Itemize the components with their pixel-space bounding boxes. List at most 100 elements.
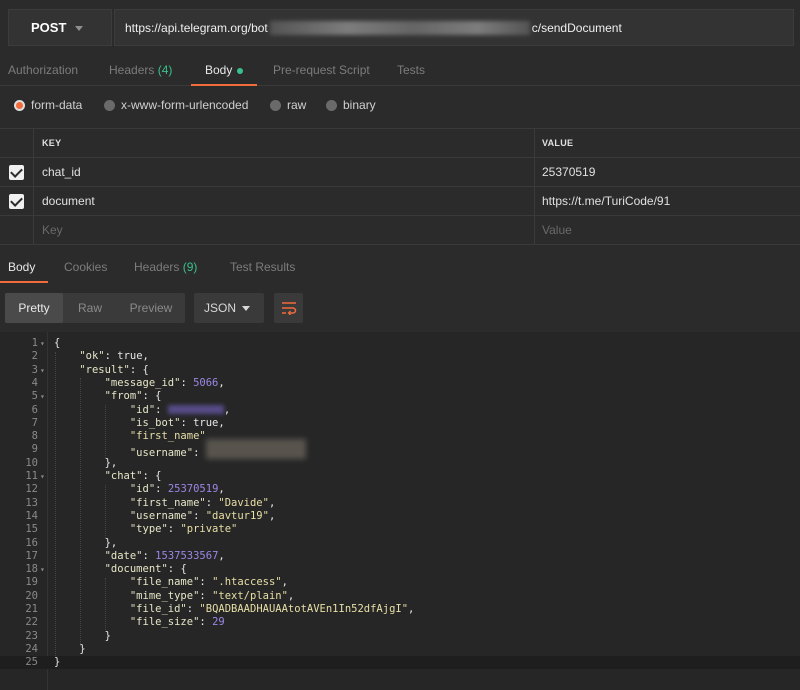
radio-form-data[interactable]: form-data: [14, 98, 82, 112]
line-number: 13: [25, 496, 38, 509]
line-number: 12: [25, 483, 38, 496]
headers-count: (4): [157, 63, 173, 77]
code-text: },: [54, 536, 118, 549]
radio-selected-icon: [14, 99, 25, 111]
line-number: 15: [25, 523, 38, 536]
fold-arrow-icon[interactable]: ▾: [40, 470, 45, 483]
radio-binary[interactable]: binary: [326, 98, 376, 112]
key-input[interactable]: Key: [34, 216, 535, 244]
url-input[interactable]: https://api.telegram.org/bot c/sendDocum…: [114, 9, 794, 46]
tab-response-body[interactable]: Body: [8, 253, 35, 281]
headers-count: (9): [182, 260, 198, 274]
code-text: "is_bot": true,: [129, 416, 225, 429]
header-spacer: [0, 129, 34, 157]
view-mode-segment: Pretty Raw Preview: [5, 293, 185, 323]
format-label: JSON: [204, 301, 237, 315]
value-cell[interactable]: https://t.me/TuriCode/91: [535, 187, 800, 215]
body-type-options: form-data x-www-form-urlencoded raw bina…: [0, 92, 800, 118]
code-line: 4 "message_id": 5066,: [0, 377, 800, 390]
line-number: 24: [25, 642, 38, 655]
tab-body[interactable]: Body: [205, 56, 244, 86]
wrap-button[interactable]: [274, 293, 303, 323]
tab-label: Cookies: [64, 260, 108, 274]
line-number: 4: [31, 376, 38, 389]
redacted-value: [167, 405, 224, 414]
radio-raw[interactable]: raw: [270, 98, 306, 112]
code-text: "id": ,: [129, 403, 231, 416]
fold-arrow-icon[interactable]: ▾: [40, 337, 45, 350]
radio-label: x-www-form-urlencoded: [121, 98, 249, 112]
tab-pre-request-script[interactable]: Pre-request Script: [273, 56, 370, 86]
key-cell[interactable]: chat_id: [34, 158, 535, 186]
tab-response-headers[interactable]: Headers (9): [134, 253, 197, 281]
method-select[interactable]: POST: [8, 9, 112, 46]
code-text: "first_name": [129, 430, 206, 443]
check-icon: [9, 193, 24, 209]
view-raw[interactable]: Raw: [63, 293, 117, 323]
row-checkbox[interactable]: [0, 187, 34, 215]
value-header: VALUE: [542, 138, 574, 148]
response-body-editor[interactable]: 1 ▾{2 "ok": true, 3 ▾ "result": {4 "message…: [0, 332, 800, 690]
row-checkbox[interactable]: [0, 158, 34, 186]
tab-label: Pre-request Script: [273, 63, 370, 77]
radio-label: binary: [343, 98, 376, 112]
url-prefix: https://api.telegram.org/bot: [125, 20, 268, 35]
tab-test-results[interactable]: Test Results: [230, 253, 295, 281]
view-preview[interactable]: Preview: [117, 293, 185, 323]
fold-arrow-icon[interactable]: ▾: [40, 364, 45, 377]
active-tab-indicator: [191, 84, 257, 86]
code-line: 6 "id": ,: [0, 404, 800, 417]
code-line: 8 "first_name": [0, 430, 800, 443]
request-tabs: Authorization Headers (4) Body Pre-reque…: [0, 56, 800, 86]
code-text: "username": "davtur19",: [129, 509, 276, 522]
line-number: 14: [25, 509, 38, 522]
body-active-dot: [237, 67, 244, 74]
tab-label: Tests: [397, 63, 426, 77]
code-line: 5 ▾ "from": {: [0, 390, 800, 403]
response-tabs: Body Cookies Headers (9) Test Results: [0, 253, 800, 283]
line-number: 3: [31, 363, 38, 376]
value-cell[interactable]: 25370519: [535, 158, 800, 186]
code-line: 25}: [0, 656, 800, 670]
code-line: 22 "file_size": 29: [0, 616, 800, 629]
view-pretty[interactable]: Pretty: [5, 293, 63, 323]
table-row: document https://t.me/TuriCode/91: [0, 187, 800, 216]
code-text: }: [54, 642, 86, 655]
code-line: 15 "type": "private": [0, 523, 800, 536]
code-line: 16 },: [0, 537, 800, 550]
code-text: "file_id": "BQADBAADHAUAAtotAVEn1In52dfA…: [129, 603, 415, 615]
code-line: 17 "date": 1537533567,: [0, 550, 800, 563]
fold-arrow-icon[interactable]: ▾: [40, 390, 45, 403]
tab-headers[interactable]: Headers (4): [109, 56, 172, 86]
tab-tests[interactable]: Tests: [397, 56, 425, 86]
line-number: 18: [25, 563, 38, 576]
active-tab-indicator: [0, 281, 48, 283]
url-suffix: c/sendDocument: [531, 20, 622, 35]
tab-cookies[interactable]: Cookies: [64, 253, 107, 281]
radio-x-www-form-urlencoded[interactable]: x-www-form-urlencoded: [104, 98, 248, 112]
code-text: }: [54, 629, 111, 642]
code-text: "ok": true,: [79, 350, 149, 363]
fold-arrow-icon[interactable]: ▾: [40, 563, 45, 576]
method-label: POST: [31, 20, 67, 35]
line-number: 6: [31, 403, 38, 416]
code-line: 19 "file_name": ".htaccess",: [0, 576, 800, 589]
line-number: 11: [25, 470, 38, 482]
format-select[interactable]: JSON: [194, 293, 264, 323]
key-header: KEY: [34, 129, 535, 157]
chevron-down-icon: [75, 26, 83, 31]
key-cell[interactable]: document: [34, 187, 535, 215]
code-text: "chat": {: [104, 470, 162, 482]
code-line: 18 ▾ "document": {: [0, 563, 800, 576]
code-line: 14 "username": "davtur19",: [0, 510, 800, 523]
table-header: KEY VALUE: [0, 129, 800, 158]
tab-label: Headers: [134, 260, 180, 274]
line-number: 19: [25, 576, 38, 589]
radio-label: raw: [287, 98, 307, 112]
value-input[interactable]: Value: [535, 216, 800, 244]
line-number: 22: [25, 616, 38, 629]
code-text: "id": 25370519,: [129, 483, 225, 496]
request-bar: POST https://api.telegram.org/bot c/send…: [0, 0, 800, 54]
tab-authorization[interactable]: Authorization: [8, 56, 78, 86]
line-number: 17: [25, 549, 38, 562]
